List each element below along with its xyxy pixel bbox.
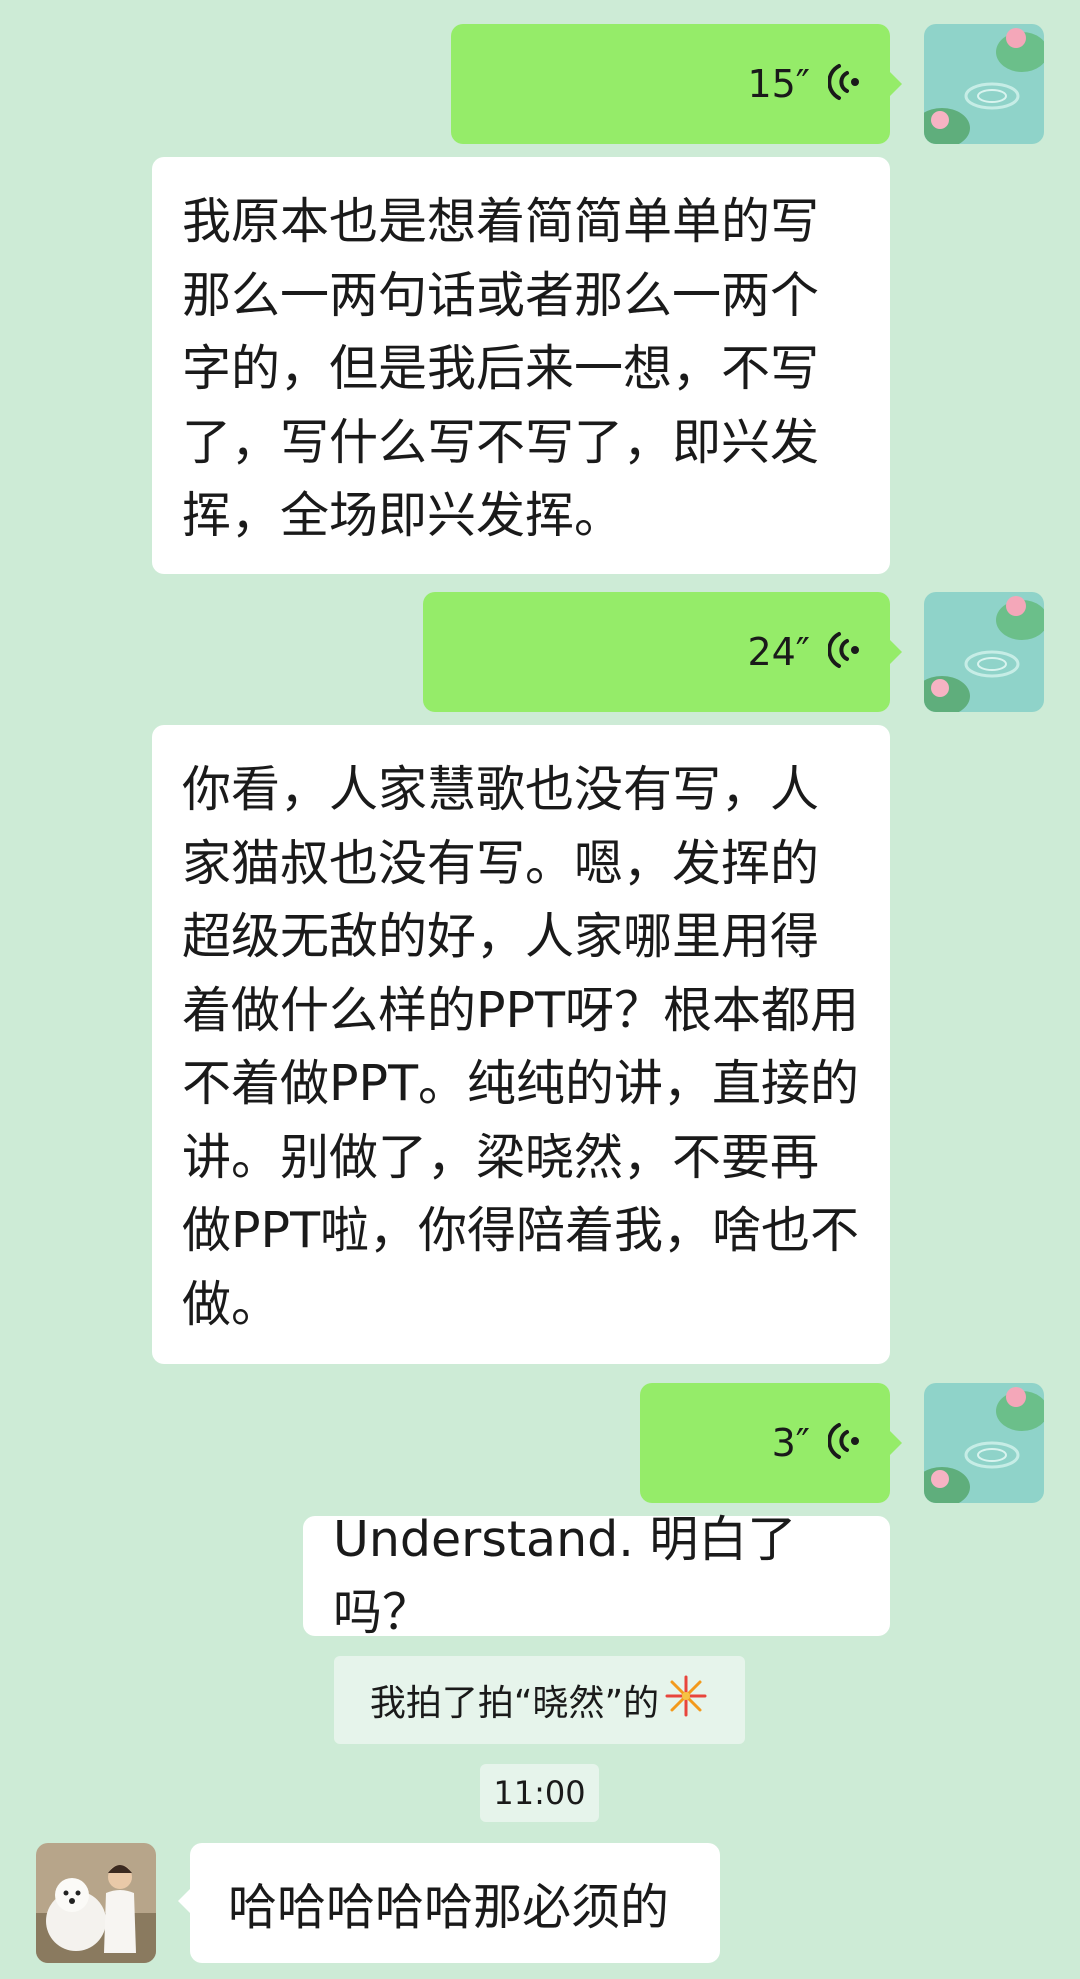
voice-message-bubble[interactable]: 3″ bbox=[640, 1383, 902, 1503]
voice-transcript: 我原本也是想着简简单单的写那么一两句话或者那么一两个字的，但是我后来一想，不写了… bbox=[152, 157, 890, 574]
received-message-bubble[interactable]: 哈哈哈哈哈那必须的 bbox=[178, 1843, 720, 1963]
my-avatar[interactable] bbox=[924, 24, 1044, 144]
contact-avatar[interactable] bbox=[36, 1843, 156, 1963]
my-avatar[interactable] bbox=[924, 1383, 1044, 1503]
voice-message-bubble[interactable]: 24″ bbox=[423, 592, 902, 712]
pat-notification: 我拍了拍“晓然”的 bbox=[334, 1656, 745, 1744]
voice-duration: 24″ bbox=[747, 630, 810, 674]
my-avatar[interactable] bbox=[924, 592, 1044, 712]
message-text: 哈哈哈哈哈那必须的 bbox=[228, 1878, 670, 1936]
voice-duration: 3″ bbox=[771, 1421, 810, 1465]
voice-wave-icon bbox=[827, 630, 862, 674]
pat-text: 我拍了拍“晓然”的 bbox=[369, 1683, 660, 1724]
timestamp: 11:00 bbox=[480, 1764, 599, 1822]
voice-transcript: 你看，人家慧歌也没有写，人家猫叔也没有写。嗯，发挥的超级无敌的好，人家哪里用得着… bbox=[152, 725, 890, 1364]
voice-message-bubble[interactable]: 15″ bbox=[451, 24, 902, 144]
voice-transcript: Understand. 明白了吗？ bbox=[303, 1511, 890, 1641]
voice-wave-icon bbox=[827, 1421, 862, 1465]
voice-duration: 15″ bbox=[747, 62, 810, 106]
voice-wave-icon bbox=[827, 62, 862, 106]
firework-icon bbox=[663, 1673, 709, 1728]
